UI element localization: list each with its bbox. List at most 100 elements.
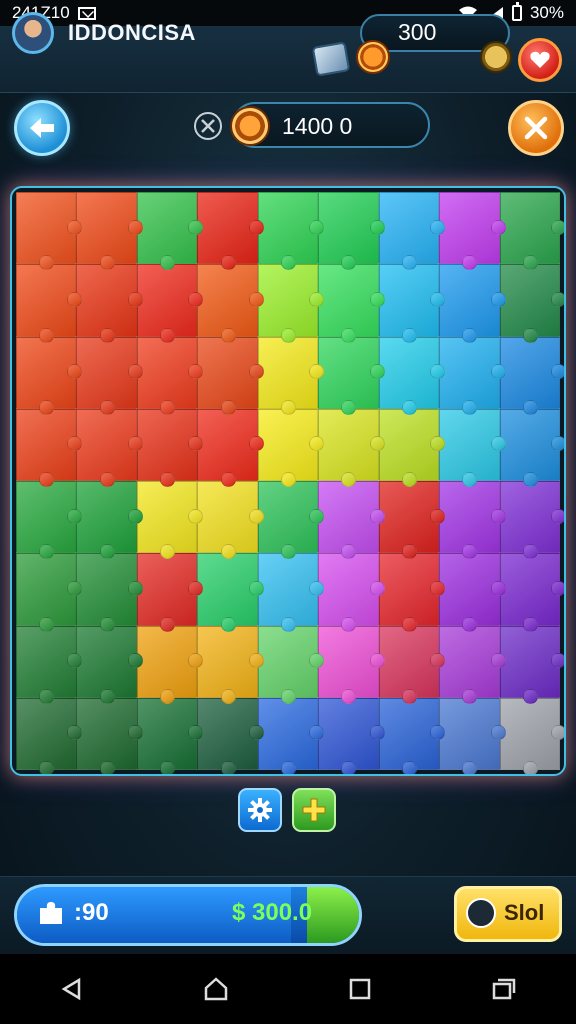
puzzle-board [10,186,566,776]
puzzle-piece[interactable] [76,408,144,488]
gem-icon[interactable] [311,41,351,77]
puzzle-piece[interactable] [257,192,325,271]
puzzle-piece[interactable] [499,481,564,560]
triangle-back-icon [61,977,81,1001]
puzzle-piece[interactable] [16,697,83,774]
puzzle-piece[interactable] [318,264,386,343]
puzzle-piece[interactable] [499,192,564,271]
gear-tool-button[interactable] [238,788,282,832]
puzzle-piece[interactable] [257,408,325,488]
mail-icon [77,6,96,20]
back-button[interactable] [14,100,70,156]
puzzle-piece[interactable] [257,625,325,705]
puzzle-piece[interactable] [499,408,564,488]
puzzle-piece[interactable] [257,481,325,560]
puzzle-piece[interactable] [76,336,144,416]
penguin-icon [466,898,496,928]
puzzle-piece[interactable] [318,625,386,705]
puzzle-piece[interactable] [378,264,446,343]
puzzle-piece[interactable] [136,481,204,560]
puzzle-piece[interactable] [16,192,83,271]
puzzle-piece[interactable] [16,625,83,705]
puzzle-piece[interactable] [439,697,507,774]
puzzle-piece[interactable] [318,408,386,488]
puzzle-piece[interactable] [197,697,265,774]
puzzle-piece[interactable] [499,264,564,343]
close-button[interactable] [508,100,564,156]
puzzle-piece[interactable] [499,697,564,774]
puzzle-piece[interactable] [318,553,386,632]
puzzle-piece[interactable] [197,408,265,488]
puzzle-piece[interactable] [257,336,325,416]
nav-home-button[interactable] [196,969,236,1009]
puzzle-piece[interactable] [439,625,507,705]
puzzle-piece[interactable] [197,336,265,416]
nav-switch-button[interactable] [484,969,524,1009]
puzzle-piece[interactable] [257,697,325,774]
puzzle-piece[interactable] [439,553,507,632]
puzzle-piece[interactable] [499,625,564,705]
puzzle-piece[interactable] [76,697,144,774]
nav-back-button[interactable] [52,969,92,1009]
puzzle-piece[interactable] [499,553,564,632]
arrow-left-icon [30,118,54,138]
battery-text: 30% [529,3,564,22]
puzzle-piece[interactable] [378,697,446,774]
puzzle-piece[interactable] [136,697,204,774]
puzzle-piece[interactable] [197,192,265,271]
coin-icon [356,40,390,74]
puzzle-piece[interactable] [16,336,83,416]
puzzle-piece[interactable] [318,192,386,271]
puzzle-piece[interactable] [136,553,204,632]
puzzle-piece[interactable] [136,336,204,416]
progress-money: $ 300.0 [232,899,313,926]
puzzle-piece[interactable] [378,625,446,705]
puzzle-piece[interactable] [439,481,507,560]
puzzle-piece[interactable] [16,481,83,560]
puzzle-piece[interactable] [439,336,507,416]
puzzle-piece[interactable] [378,481,446,560]
nav-recents-button[interactable] [340,969,380,1009]
puzzle-piece[interactable] [378,408,446,488]
puzzle-piece[interactable] [318,336,386,416]
avatar[interactable] [12,12,54,54]
profile-badge-icon[interactable] [480,41,512,73]
puzzle-piece[interactable] [378,553,446,632]
close-icon [524,116,548,140]
puzzle-piece[interactable] [318,697,386,774]
target-icon[interactable] [194,112,222,140]
add-tool-button[interactable] [292,788,336,832]
heart-icon [530,51,550,68]
puzzle-piece[interactable] [16,553,83,632]
puzzle-piece[interactable] [197,481,265,560]
puzzle-piece[interactable] [76,192,144,271]
heart-button[interactable] [518,38,562,82]
puzzle-piece[interactable] [499,336,564,416]
puzzle-piece[interactable] [378,192,446,271]
gear-icon [248,798,272,822]
puzzle-piece[interactable] [76,481,144,560]
puzzle-piece[interactable] [16,264,83,343]
puzzle-piece[interactable] [197,553,265,632]
puzzle-piece[interactable] [76,264,144,343]
score-coin-icon [230,106,270,146]
puzzle-piece[interactable] [136,625,204,705]
cross-icon [201,119,215,133]
puzzle-piece[interactable] [439,192,507,271]
puzzle-piece[interactable] [318,481,386,560]
puzzle-piece[interactable] [257,553,325,632]
puzzle-piece[interactable] [439,264,507,343]
puzzle-piece[interactable] [197,625,265,705]
puzzle-piece[interactable] [136,408,204,488]
puzzle-piece[interactable] [378,336,446,416]
puzzle-piece[interactable] [136,264,204,343]
puzzle-piece[interactable] [197,264,265,343]
progress-end-arrow [307,887,359,943]
puzzle-piece[interactable] [136,192,204,271]
puzzle-piece[interactable] [257,264,325,343]
puzzle-piece[interactable] [76,553,144,632]
puzzle-piece[interactable] [439,408,507,488]
puzzle-piece[interactable] [16,408,83,488]
puzzle-piece[interactable] [76,625,144,705]
play-label: Slol [504,900,545,925]
